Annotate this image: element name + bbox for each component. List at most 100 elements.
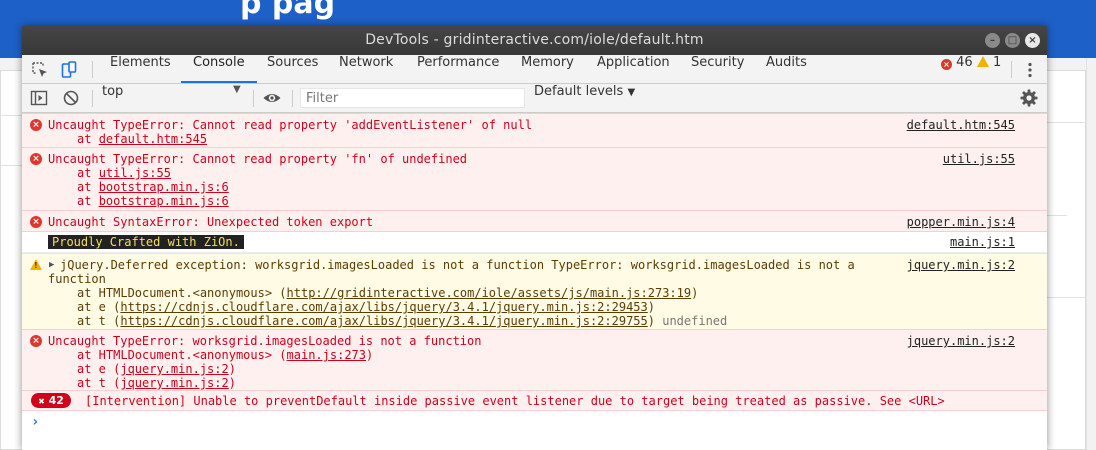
stack-frame: at bootstrap.min.js:6	[77, 194, 229, 208]
console-error-message: × Uncaught SyntaxError: Unexpected token…	[22, 210, 1047, 232]
stack-frame-link[interactable]: main.js:273	[287, 348, 366, 362]
console-prompt-icon[interactable]: ›	[31, 414, 39, 430]
source-link[interactable]: default.htm:545	[907, 118, 1015, 132]
styled-log-text: Proudly Crafted with ZiOn.	[48, 235, 244, 249]
message-text: jQuery.Deferred exception: worksgrid.ima…	[60, 258, 855, 272]
stack-frame-prefix: at	[77, 132, 99, 146]
stack-frame-prefix: at HTMLDocument.<anonymous> (	[77, 286, 287, 300]
close-button[interactable]: ×	[1025, 33, 1040, 48]
maximize-button[interactable]: □	[1005, 33, 1020, 48]
console-output[interactable]: × Uncaught TypeError: Cannot read proper…	[22, 113, 1047, 450]
error-icon: ×	[30, 335, 42, 347]
background-divider	[1047, 215, 1067, 216]
message-text: Uncaught SyntaxError: Unexpected token e…	[48, 215, 374, 229]
stack-frame-suffix: )	[228, 376, 236, 390]
stack-frame-link[interactable]: https://cdnjs.cloudflare.com/ajax/libs/j…	[120, 314, 647, 328]
source-link[interactable]: popper.min.js:4	[907, 215, 1015, 229]
error-icon: ×	[30, 153, 42, 165]
console-error-message: × Uncaught TypeError: Cannot read proper…	[22, 113, 1047, 148]
stack-frame: at util.js:55	[77, 166, 171, 180]
tab-application[interactable]: Application	[597, 55, 670, 83]
console-log-message: Proudly Crafted with ZiOn. main.js:1	[22, 232, 1047, 253]
error-count: 46	[956, 55, 973, 70]
stack-frame-link[interactable]: bootstrap.min.js:6	[99, 194, 229, 208]
stack-frame: at HTMLDocument.<anonymous> (http://grid…	[77, 286, 698, 300]
stack-frame: at bootstrap.min.js:6	[77, 180, 229, 194]
stack-frame-link[interactable]: default.htm:545	[99, 132, 207, 146]
gear-icon[interactable]	[1019, 88, 1039, 108]
device-toolbar-icon[interactable]	[59, 60, 79, 80]
tab-network[interactable]: Network	[339, 55, 393, 83]
stack-frame-suffix: )	[647, 300, 655, 314]
clear-console-icon[interactable]	[61, 88, 81, 108]
toolbar-separator	[92, 61, 93, 78]
tab-performance[interactable]: Performance	[417, 55, 499, 83]
stack-frame-link[interactable]: util.js:55	[99, 166, 171, 180]
source-link[interactable]: jquery.min.js:2	[907, 258, 1015, 272]
console-warning-message: ! ▶ jQuery.Deferred exception: worksgrid…	[22, 253, 1047, 330]
minimize-button[interactable]: –	[985, 33, 1000, 48]
eye-icon[interactable]	[262, 88, 282, 108]
background-divider	[0, 115, 22, 116]
expand-arrow-icon[interactable]: ▶	[49, 258, 54, 272]
console-error-message: × Uncaught TypeError: Cannot read proper…	[22, 147, 1047, 211]
stack-frame: at t (jquery.min.js:2)	[77, 376, 236, 390]
repeat-count: 42	[48, 394, 64, 407]
show-sidebar-icon[interactable]	[29, 88, 49, 108]
stack-frame-prefix: at t (	[77, 314, 121, 328]
source-link[interactable]: util.js:55	[943, 152, 1015, 166]
error-warning-counter[interactable]: × 46 1	[941, 55, 1001, 83]
tab-sources[interactable]: Sources	[267, 55, 318, 83]
error-count-icon: ×	[941, 59, 952, 70]
message-text-continued: function	[48, 272, 106, 286]
stack-frame-suffix: )	[691, 286, 699, 300]
error-icon: ×	[30, 119, 42, 131]
log-levels-dropdown[interactable]: Default levels ▼	[534, 84, 635, 112]
tab-security[interactable]: Security	[691, 55, 744, 83]
background-divider	[1047, 297, 1087, 298]
stack-frame-link[interactable]: http://gridinteractive.com/iole/assets/j…	[287, 286, 692, 300]
context-selector[interactable]: top	[102, 84, 123, 112]
stack-frame-link[interactable]: jquery.min.js:2	[120, 376, 228, 390]
source-link[interactable]: jquery.min.js:2	[907, 334, 1015, 348]
title-bar[interactable]: DevTools - gridinteractive.com/iole/defa…	[22, 26, 1047, 55]
stack-frame-link[interactable]: https://cdnjs.cloudflare.com/ajax/libs/j…	[120, 300, 647, 314]
window-title: DevTools - gridinteractive.com/iole/defa…	[365, 32, 704, 48]
toolbar-separator	[292, 90, 293, 107]
tab-elements[interactable]: Elements	[110, 55, 171, 83]
stack-frame: at e (https://cdnjs.cloudflare.com/ajax/…	[77, 300, 655, 314]
stack-frame: at HTMLDocument.<anonymous> (main.js:273…	[77, 348, 373, 362]
source-link[interactable]: main.js:1	[950, 235, 1015, 249]
background-divider	[0, 165, 22, 166]
stack-frame-link[interactable]: bootstrap.min.js:6	[99, 180, 229, 194]
return-value: undefined	[662, 314, 728, 328]
stack-frame-prefix: at	[77, 194, 99, 208]
console-toolbar: top ▼ Default levels ▼	[22, 84, 1047, 113]
error-icon: ×	[30, 216, 42, 228]
filter-input[interactable]	[300, 88, 525, 108]
panel-tab-bar: Elements Console Sources Network Perform…	[22, 55, 1047, 84]
stack-frame-prefix: at	[77, 166, 99, 180]
more-options-icon[interactable]	[1020, 60, 1040, 80]
background-banner-text: p pag	[240, 0, 336, 21]
tab-console[interactable]: Console	[181, 55, 257, 83]
inspect-element-icon[interactable]	[30, 60, 50, 80]
stack-frame-prefix: at e (	[77, 300, 121, 314]
stack-frame: at t (https://cdnjs.cloudflare.com/ajax/…	[77, 314, 727, 328]
tab-audits[interactable]: Audits	[766, 55, 807, 83]
message-text: Uncaught TypeError: worksgrid.imagesLoad…	[48, 334, 482, 348]
warning-count-icon	[976, 56, 989, 67]
stack-frame-suffix: )	[647, 314, 655, 328]
stack-frame-prefix: at	[77, 180, 99, 194]
message-text: [Intervention] Unable to preventDefault …	[85, 394, 945, 408]
background-divider	[1086, 58, 1087, 450]
tab-memory[interactable]: Memory	[521, 55, 574, 83]
chevron-down-icon[interactable]: ▼	[233, 84, 241, 112]
warning-icon: !	[30, 259, 42, 270]
devtools-window: DevTools - gridinteractive.com/iole/defa…	[22, 26, 1047, 450]
stack-frame-link[interactable]: jquery.min.js:2	[120, 362, 228, 376]
stack-frame-prefix: at HTMLDocument.<anonymous> (	[77, 348, 287, 362]
repeat-count-icon: ✖	[38, 397, 45, 406]
toolbar-separator	[92, 90, 93, 107]
message-text: Uncaught TypeError: Cannot read property…	[48, 152, 468, 166]
